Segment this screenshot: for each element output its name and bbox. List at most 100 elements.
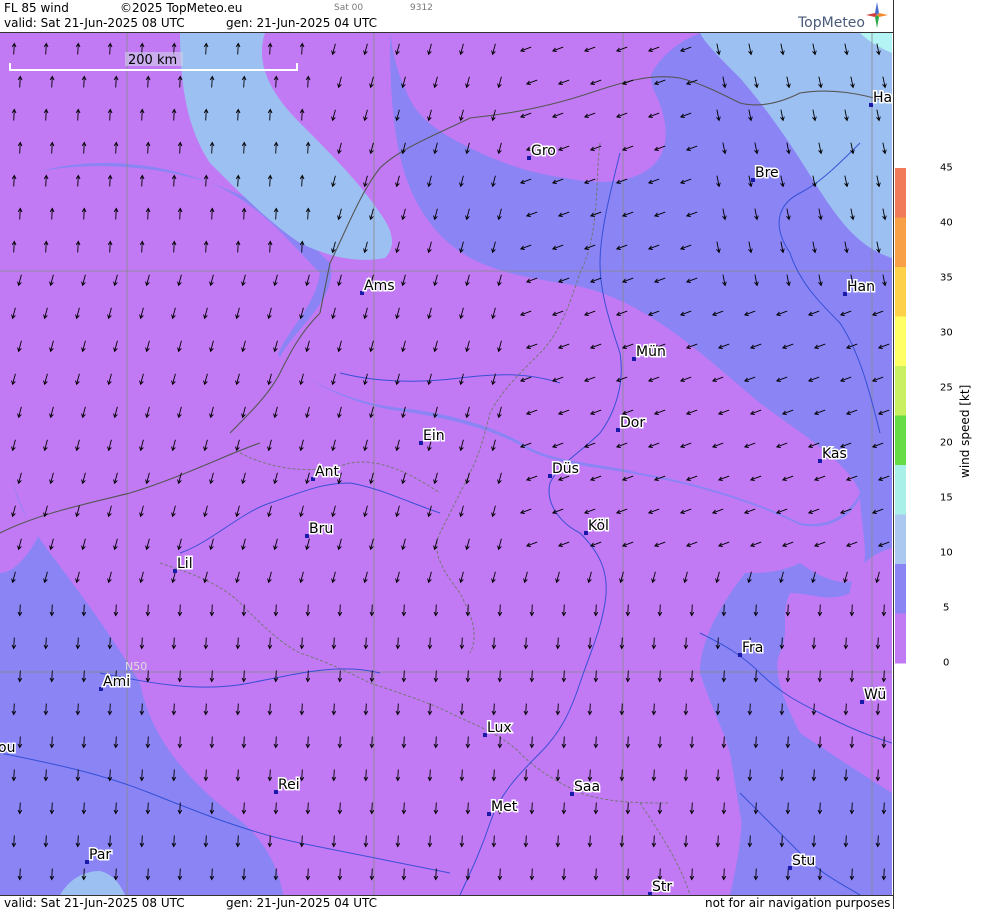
- colorbar-tick-label: 40: [940, 217, 953, 229]
- wind-arrow-icon: [11, 108, 17, 121]
- wind-arrow-icon: [615, 310, 628, 316]
- wind-arrow-icon: [647, 442, 660, 448]
- city-label: Lux: [487, 720, 512, 736]
- wind-arrow-icon: [807, 442, 820, 448]
- generated-time: gen: 21-Jun-2025 04 UTC: [226, 16, 378, 30]
- city-label: Han: [847, 279, 875, 295]
- wind-arrow-icon: [43, 108, 49, 121]
- colorbar-tick-label: 30: [940, 327, 953, 339]
- city-label: Ami: [103, 674, 130, 690]
- wind-map[interactable]: 200 km N50 Gro Bre Ha Ams Han Mün Ein Dor Kas Ant…: [0, 33, 892, 895]
- city-ou: ou: [0, 739, 17, 758]
- colorbar-tick-label: 10: [940, 547, 953, 559]
- wind-arrow-icon: [363, 43, 368, 56]
- colorbar-segment: [895, 217, 906, 268]
- latitude-label: N50: [125, 660, 147, 673]
- footer-bar: valid: Sat 21-Jun-2025 08 UTC gen: 21-Ju…: [0, 895, 893, 910]
- city-label: Stu: [792, 853, 815, 869]
- colorbar-tick-label: 5: [943, 602, 950, 614]
- wind-arrow-icon: [491, 307, 496, 320]
- wind-arrow-icon: [81, 141, 87, 154]
- wind-arrow-icon: [525, 277, 538, 283]
- wind-arrow-icon: [875, 637, 881, 650]
- wind-arrow-icon: [749, 475, 762, 481]
- product-title: FL 85 wind: [4, 1, 69, 15]
- wind-arrow-icon: [177, 75, 183, 88]
- city-label: Fra: [742, 640, 763, 656]
- wind-arrow-icon: [363, 109, 368, 122]
- wind-arrow-icon: [337, 76, 342, 89]
- city-ant: Ant: [311, 463, 341, 482]
- wind-arrow-icon: [299, 42, 305, 55]
- wind-arrow-icon: [717, 475, 730, 481]
- city-label: Mün: [636, 344, 666, 360]
- wind-arrow-icon: [519, 376, 532, 382]
- wind-arrow-icon: [781, 475, 794, 481]
- city-ams: Ams: [360, 277, 396, 296]
- wind-arrow-icon: [363, 307, 368, 320]
- colorbar-tick-label: 45: [940, 162, 953, 174]
- wind-arrow-icon: [401, 208, 406, 221]
- wind-arrow-icon: [647, 376, 660, 382]
- wind-arrow-icon: [843, 637, 849, 650]
- valid-time: valid: Sat 21-Jun-2025 08 UTC: [4, 16, 185, 30]
- wind-arrow-icon: [881, 604, 887, 617]
- city-label: Lil: [177, 556, 193, 572]
- city-label: Wü: [864, 687, 886, 703]
- wind-arrow-icon: [685, 475, 698, 481]
- wind-arrow-icon: [749, 409, 762, 415]
- colorbar-segment: [895, 366, 906, 416]
- city-label: Str: [652, 879, 672, 895]
- wind-arrow-icon: [811, 637, 817, 650]
- city-ein: Ein: [419, 427, 446, 446]
- colorbar-segment: [895, 514, 906, 565]
- wind-arrow-icon: [875, 703, 881, 716]
- copyright: ©2025 TopMeteo.eu: [120, 1, 243, 15]
- wind-arrow-icon: [551, 442, 564, 448]
- code-label: 9312: [410, 3, 433, 13]
- compass-logo-icon: [866, 2, 888, 28]
- wind-arrow-icon: [653, 409, 666, 415]
- wind-arrow-icon: [775, 508, 788, 514]
- wind-arrow-icon: [177, 141, 183, 154]
- city-dor: Dor: [616, 414, 647, 433]
- city-kas: Kas: [818, 445, 848, 464]
- wind-arrow-icon: [497, 340, 502, 353]
- wind-arrow-icon: [299, 108, 305, 121]
- city-label: Köl: [588, 518, 609, 534]
- city-label: Ha: [873, 90, 892, 106]
- wind-arrow-icon: [427, 307, 432, 320]
- wind-arrow-icon: [369, 142, 374, 155]
- wind-arrow-icon: [583, 442, 596, 448]
- colorbar-segment: [895, 168, 906, 218]
- city-label: Bre: [755, 165, 779, 181]
- logo-text: TopMeteo: [798, 15, 865, 31]
- wind-arrow-icon: [305, 340, 310, 353]
- colorbar-segment: [895, 613, 906, 664]
- wind-arrow-icon: [369, 76, 374, 89]
- wind-arrow-icon: [331, 373, 336, 386]
- colorbar-segment: [895, 316, 906, 367]
- wind-arrow-icon: [813, 475, 826, 481]
- wind-arrow-icon: [849, 604, 855, 617]
- wind-arrow-icon: [465, 406, 470, 419]
- wind-arrow-icon: [711, 442, 724, 448]
- city-str: Str: [648, 878, 674, 895]
- footer-valid-time: valid: Sat 21-Jun-2025 08 UTC: [4, 896, 185, 910]
- city-mün: Mün: [632, 343, 667, 362]
- wind-arrow-icon: [849, 736, 855, 749]
- colorbar-tick-label: 25: [940, 382, 953, 394]
- wind-arrow-icon: [433, 340, 438, 353]
- wind-arrow-icon: [497, 406, 502, 419]
- legend-title: wind speed [kt]: [958, 384, 972, 478]
- city-düs: Düs: [548, 460, 580, 479]
- colorbar-segment: [895, 267, 906, 317]
- wind-arrow-icon: [817, 604, 823, 617]
- city-lux: Lux: [483, 719, 513, 738]
- city-label: Saa: [574, 779, 600, 795]
- wind-arrow-icon: [401, 274, 406, 287]
- wind-arrow-icon: [363, 175, 368, 188]
- wind-arrow-icon: [395, 373, 400, 386]
- wind-arrow-icon: [49, 141, 55, 154]
- city-label: ou: [0, 740, 15, 756]
